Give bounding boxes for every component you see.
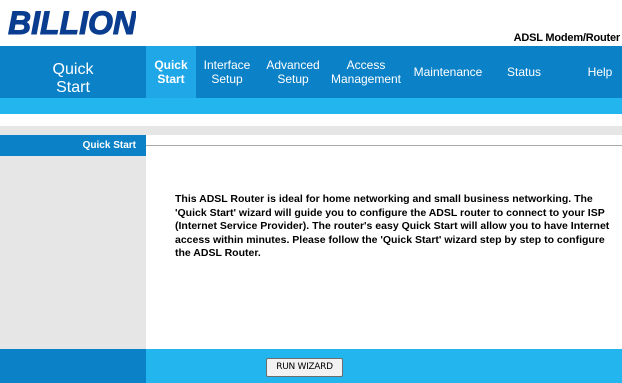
billion-logo: BILLION: [8, 5, 137, 42]
page-header: BILLION ADSL Modem/Router: [0, 0, 622, 46]
divider-bar: [0, 126, 622, 135]
top-navigation: Quick Start Quick Start Interface Setup …: [0, 46, 622, 98]
tab-help[interactable]: Help: [578, 46, 622, 98]
sidebar-label-quick-start: Quick Start: [0, 135, 146, 156]
tab-quick-start[interactable]: Quick Start: [146, 46, 196, 98]
product-name: ADSL Modem/Router: [513, 32, 621, 44]
tab-interface-setup[interactable]: Interface Setup: [196, 46, 258, 98]
tab-maintenance[interactable]: Maintenance: [404, 46, 492, 98]
section-title: Quick Start: [52, 61, 94, 96]
sub-navigation-bar: [0, 98, 622, 114]
spacer: [0, 114, 622, 126]
section-divider-line: [146, 145, 622, 146]
svg-text:BILLION: BILLION: [8, 5, 136, 41]
tab-access-management[interactable]: Access Management: [328, 46, 404, 98]
tab-status[interactable]: Status: [492, 46, 556, 98]
footer-left-block: [0, 349, 146, 383]
tab-advanced-setup[interactable]: Advanced Setup: [258, 46, 328, 98]
sidebar-panel: [0, 135, 146, 349]
run-wizard-button[interactable]: RUN WIZARD: [266, 358, 343, 377]
quick-start-description: This ADSL Router is ideal for home netwo…: [175, 193, 610, 259]
